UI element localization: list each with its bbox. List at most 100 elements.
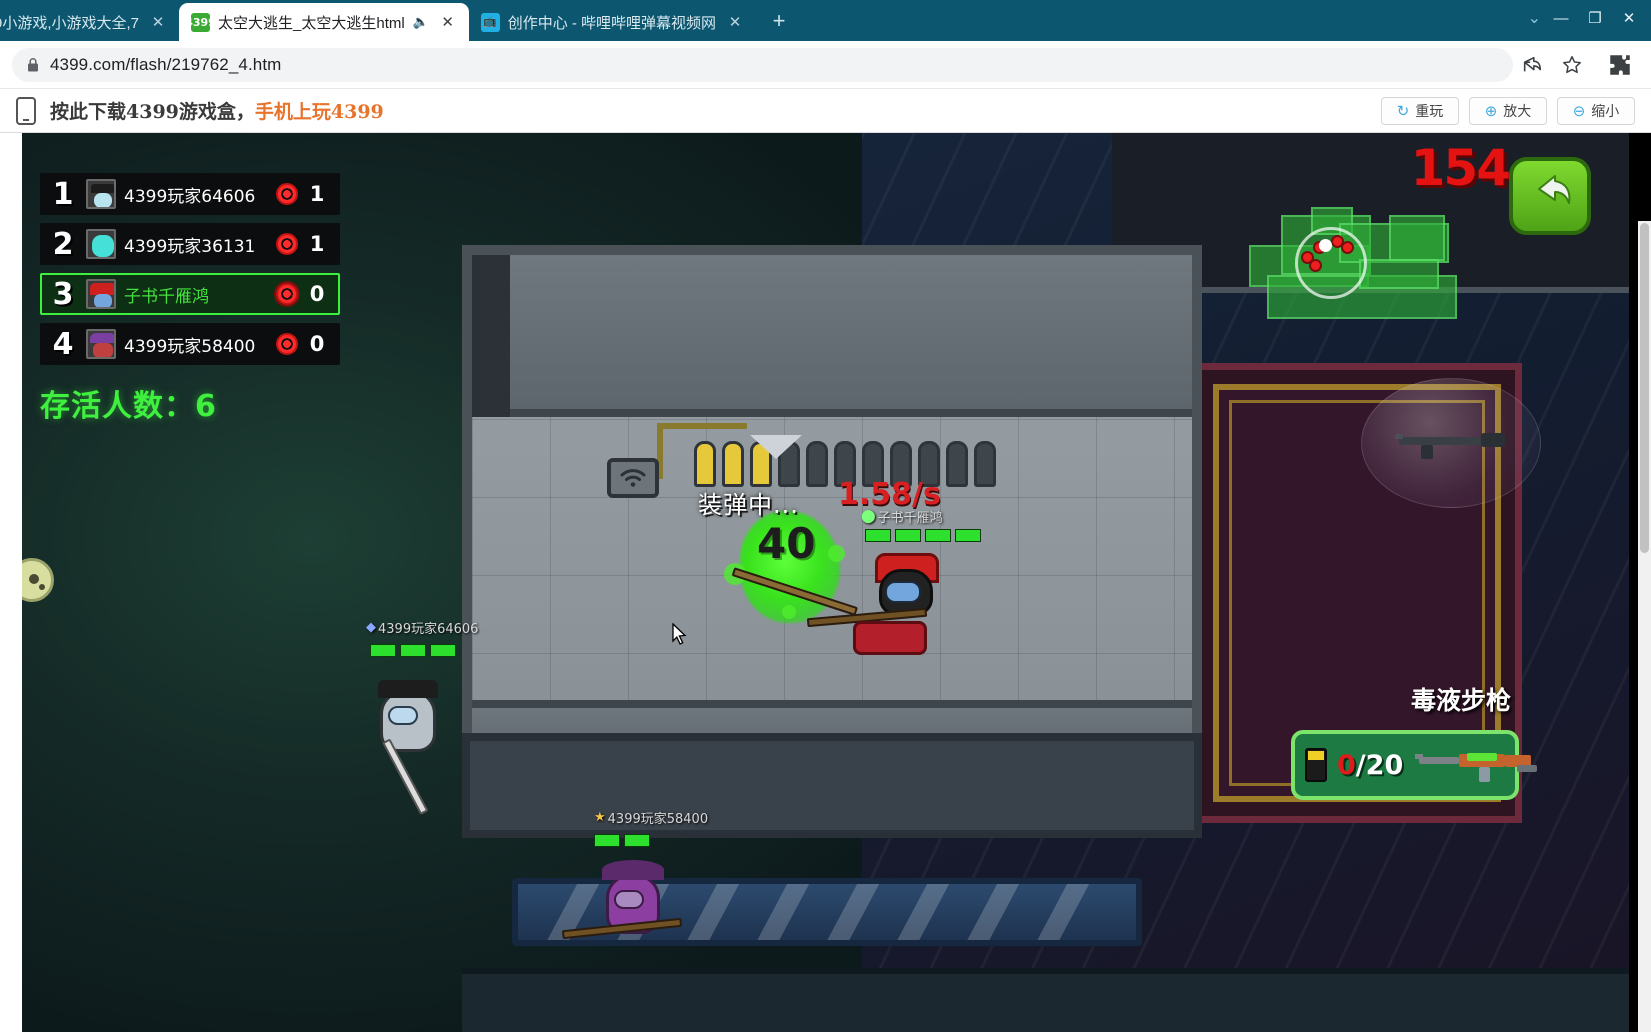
game-canvas[interactable]: 40 装弹中... 1.58/s ⬤ 子书千雁鸿 ◆ 4399玩家64606 ★… [22, 133, 1629, 1032]
close-icon[interactable]: ✕ [724, 11, 746, 33]
scrollbar-thumb[interactable] [1640, 223, 1649, 553]
poison-particle [828, 545, 845, 562]
leaderboard: 1 4399玩家64606 1 2 4399玩家36131 1 3 子书千雁鸿 … [40, 173, 340, 425]
world-health-bar [370, 644, 456, 657]
browser-tab-2[interactable]: 4399 太空大逃生_太空大逃生html 🔈 ✕ [179, 3, 469, 41]
leaderboard-row: 1 4399玩家64606 1 [40, 173, 340, 215]
replay-label: 重玩 [1415, 102, 1444, 119]
speaker-icon[interactable]: 🔈 [413, 14, 429, 30]
mouse-cursor [672, 623, 687, 645]
avatar [86, 329, 116, 359]
rank-number: 2 [52, 226, 74, 262]
offscreen-pickup-icon [22, 558, 54, 602]
share-icon[interactable] [1521, 54, 1543, 76]
zoom-in-label: 放大 [1503, 102, 1532, 119]
tab-title: 太空大逃生_太空大逃生html [218, 14, 405, 32]
browser-window: 9小游戏,小游戏大全,7 ✕ 4399 太空大逃生_太空大逃生html 🔈 ✕ … [0, 0, 1651, 1032]
chevron-down-icon[interactable]: ⌄ [1528, 8, 1541, 28]
pickup-gun-art [1413, 745, 1543, 785]
browser-tab-3[interactable]: 📺 创作中心 - 哔哩哔哩弹幕视频网 ✕ [468, 3, 757, 41]
close-icon[interactable]: ✕ [437, 11, 459, 33]
world-nametag: ★ 4399玩家58400 [594, 808, 708, 827]
rank-number: 4 [52, 326, 74, 362]
new-tab-button[interactable]: + [762, 4, 796, 38]
promo-text: 按此下载4399游戏盒，手机上玩4399 [50, 97, 384, 124]
world-nametag-label: 4399玩家58400 [607, 812, 709, 827]
self-health-bar [865, 529, 981, 542]
rifle-icon [1415, 753, 1538, 782]
self-nametag-label: 子书千雁鸿 [877, 511, 943, 526]
rifle-icon [1395, 433, 1505, 459]
kill-icon [276, 333, 298, 355]
tab-title: 创作中心 - 哔哩哔哩弹幕视频网 [507, 14, 717, 32]
zoom-in-icon: ⊕ [1484, 102, 1498, 120]
weapon-highlight-bubble [1361, 378, 1541, 508]
refresh-icon: ↻ [1396, 102, 1410, 120]
weapon-pickup-panel[interactable]: 0/20 [1291, 730, 1538, 800]
kill-count: 1 [309, 182, 325, 206]
tab-strip: 9小游戏,小游戏大全,7 ✕ 4399 太空大逃生_太空大逃生html 🔈 ✕ … [0, 0, 1651, 41]
maximize-button[interactable]: ❐ [1579, 4, 1611, 32]
kill-count: 1 [309, 232, 325, 256]
rank-number: 3 [52, 276, 74, 312]
zoom-out-label: 缩小 [1591, 102, 1620, 119]
player-name: 子书千雁鸿 [124, 286, 209, 307]
game-viewport: 40 装弹中... 1.58/s ⬤ 子书千雁鸿 ◆ 4399玩家64606 ★… [0, 133, 1651, 1032]
damage-number: 40 [757, 519, 816, 568]
page-scrollbar[interactable] [1638, 221, 1651, 1032]
promo-highlight-text: 手机上玩4399 [254, 101, 384, 123]
avatar [86, 279, 116, 309]
minimap-enemy-dot [1341, 241, 1354, 254]
player-name: 4399玩家58400 [124, 336, 256, 357]
reload-status-text: 装弹中... [698, 491, 799, 519]
url-bar: 4399.com/flash/219762_4.htm [0, 41, 1651, 88]
shield-badge-icon: ◆ [366, 620, 376, 635]
address-field[interactable]: 4399.com/flash/219762_4.htm [12, 47, 1513, 82]
wifi-device [607, 458, 659, 498]
player-name: 4399玩家36131 [124, 236, 256, 257]
minimap [1239, 193, 1524, 328]
minimap-enemy-dot [1309, 259, 1322, 272]
bookmark-star-icon[interactable] [1561, 54, 1583, 76]
zoom-out-button[interactable]: ⊖ 缩小 [1557, 96, 1635, 125]
wall-marker-triangle [750, 435, 802, 459]
close-window-button[interactable]: ✕ [1613, 4, 1645, 32]
page-left-margin [0, 133, 22, 1032]
weapon-pickup-name: 毒液步枪 [1410, 686, 1511, 715]
extensions-puzzle-icon[interactable] [1607, 52, 1633, 78]
poison-particle [782, 605, 796, 619]
ammo-current: 0 [1337, 749, 1356, 781]
url-text: 4399.com/flash/219762_4.htm [50, 54, 282, 74]
chevron-floor-strip [462, 968, 1629, 1032]
ammo-counter: 0/20 [1337, 750, 1403, 781]
alive-count-label: 存活人数：6 [40, 389, 217, 424]
4399-favicon: 4399 [185, 12, 216, 32]
leaderboard-row-self: 3 子书千雁鸿 0 [40, 273, 340, 315]
kill-icon [276, 233, 298, 255]
promo-main-text: 按此下载4399游戏盒， [50, 101, 255, 123]
promo-bar: 按此下载4399游戏盒，手机上玩4399 ↻ 重玩 ⊕ 放大 ⊖ 缩小 [0, 88, 1651, 133]
wifi-icon [620, 469, 646, 487]
browser-tab-1[interactable]: 9小游戏,小游戏大全,7 ✕ [0, 3, 180, 41]
kill-icon [276, 283, 298, 305]
leaderboard-row: 2 4399玩家36131 1 [40, 223, 340, 265]
green-badge-icon: ⬤ [861, 509, 876, 524]
promo-buttons: ↻ 重玩 ⊕ 放大 ⊖ 缩小 [1381, 96, 1635, 125]
replay-button[interactable]: ↻ 重玩 [1381, 96, 1459, 125]
lock-icon [28, 57, 38, 71]
room-dark-corner [472, 255, 510, 417]
bilibili-favicon: 📺 [480, 12, 500, 32]
room-top-wall [472, 255, 1192, 417]
self-nametag: ⬤ 子书千雁鸿 [861, 507, 943, 526]
score-display: 154 [1410, 139, 1511, 197]
crown-badge-icon: ★ [594, 810, 606, 825]
minimize-button[interactable]: — [1545, 4, 1577, 32]
zoom-in-button[interactable]: ⊕ 放大 [1469, 96, 1547, 125]
close-icon[interactable]: ✕ [147, 11, 169, 33]
ammo-max: 20 [1365, 749, 1404, 781]
world-nametag: ◆ 4399玩家64606 [366, 618, 478, 637]
magazine-icon [1305, 748, 1327, 782]
rank-number: 1 [52, 176, 74, 212]
player-name: 4399玩家64606 [124, 186, 256, 207]
back-arrow-icon [1538, 175, 1571, 204]
